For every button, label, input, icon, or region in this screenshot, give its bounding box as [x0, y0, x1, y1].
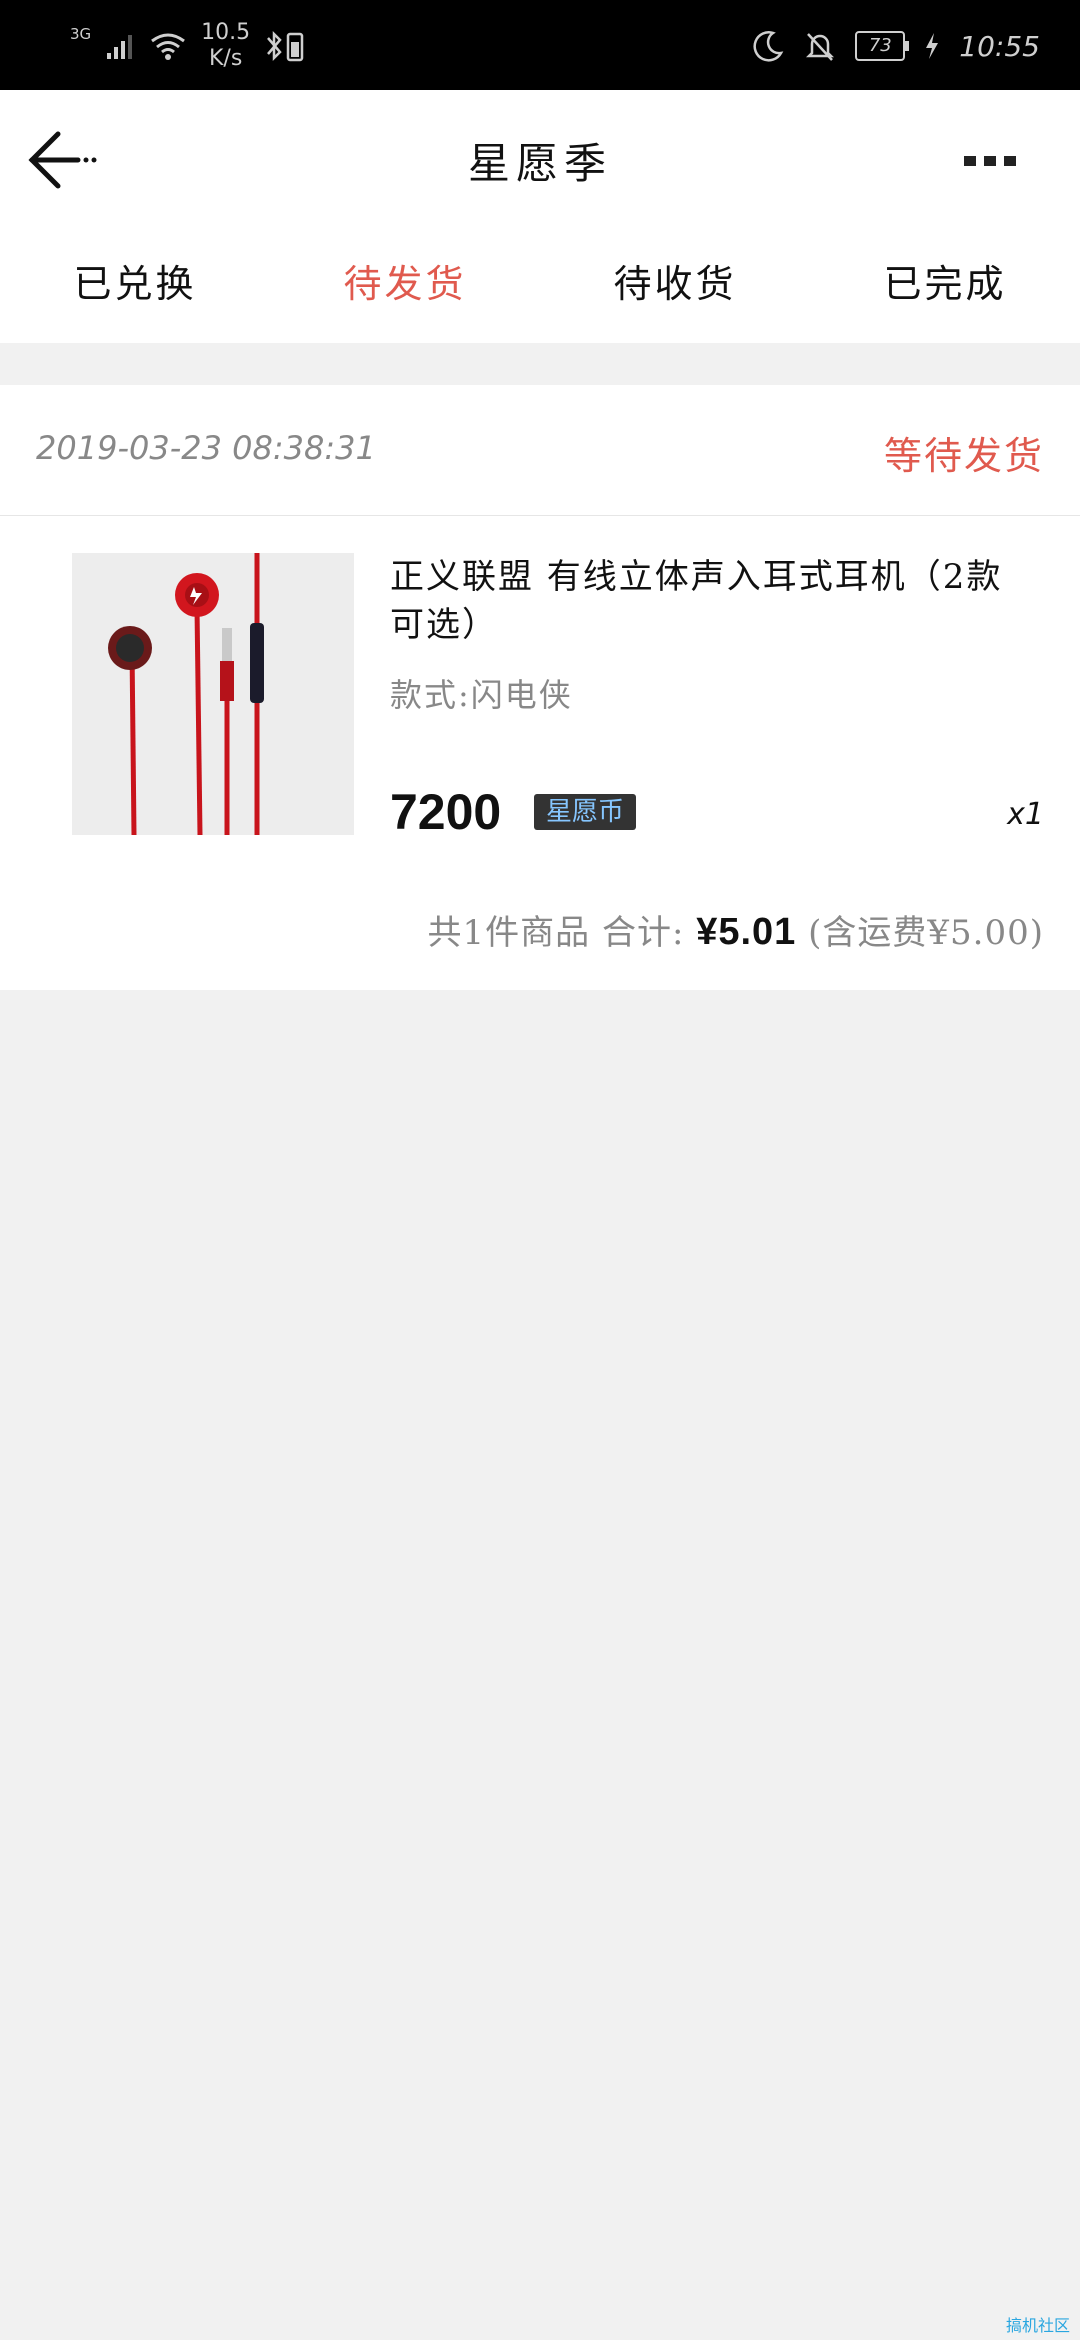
order-card[interactable]: 2019-03-23 08:38:31 等待发货 正义联盟 有线立体声入耳式耳机…: [0, 385, 1080, 990]
bluetooth-battery-icon: [267, 30, 304, 62]
tab-pending-shipment[interactable]: 待发货: [270, 225, 540, 343]
currency-badge: 星愿币: [534, 794, 637, 830]
product-image[interactable]: [72, 553, 354, 835]
product-quantity: x1: [1007, 797, 1044, 832]
tab-completed[interactable]: 已完成: [810, 225, 1080, 343]
order-summary: 共1件商品 合计: ¥5.01 (含运费¥5.00): [428, 905, 1045, 954]
order-tabs: 已兑换 待发货 待收货 已完成: [0, 225, 1080, 343]
status-right: 73 10:55: [751, 16, 1040, 76]
charging-icon: [926, 33, 939, 59]
order-header: 2019-03-23 08:38:31 等待发货: [0, 385, 1080, 516]
order-status: 等待发货: [883, 434, 1044, 478]
status-bar: 3G 10.5 K/s 73 10:55: [0, 0, 1080, 90]
more-button[interactable]: [950, 142, 1030, 182]
clock: 10:55: [959, 29, 1040, 63]
summary-total: ¥5.01: [696, 911, 797, 953]
summary-prefix: 共1件商品 合计:: [427, 913, 685, 953]
more-dots-icon: [964, 156, 1016, 166]
page-title: 星愿季: [467, 139, 612, 188]
watermark: 搞机社区: [1005, 2316, 1070, 2335]
product-name[interactable]: 正义联盟 有线立体声入耳式耳机（2款可选）: [390, 553, 1030, 649]
moon-icon: [753, 31, 784, 62]
earphones-image: [72, 553, 354, 835]
product-price: 7200: [390, 784, 502, 840]
wifi-icon: [151, 33, 186, 60]
battery-indicator: 73: [855, 31, 910, 61]
bell-muted-icon: [806, 33, 835, 61]
signal-icon: [107, 35, 133, 59]
summary-shipping: (含运费¥5.00): [808, 913, 1044, 953]
network-speed: 10.5 K/s: [201, 20, 250, 72]
status-left: 3G 10.5 K/s: [70, 16, 308, 76]
product-spec: 款式:闪电侠: [390, 676, 573, 714]
speed-value: 10.5: [201, 20, 251, 45]
app-header: 星愿季: [0, 90, 1080, 225]
order-date: 2019-03-23 08:38:31: [36, 429, 376, 467]
tab-pending-receipt[interactable]: 待收货: [540, 225, 810, 343]
network-type: 3G: [70, 25, 92, 43]
tab-redeemed[interactable]: 已兑换: [0, 225, 270, 343]
speed-unit: K/s: [209, 46, 243, 71]
